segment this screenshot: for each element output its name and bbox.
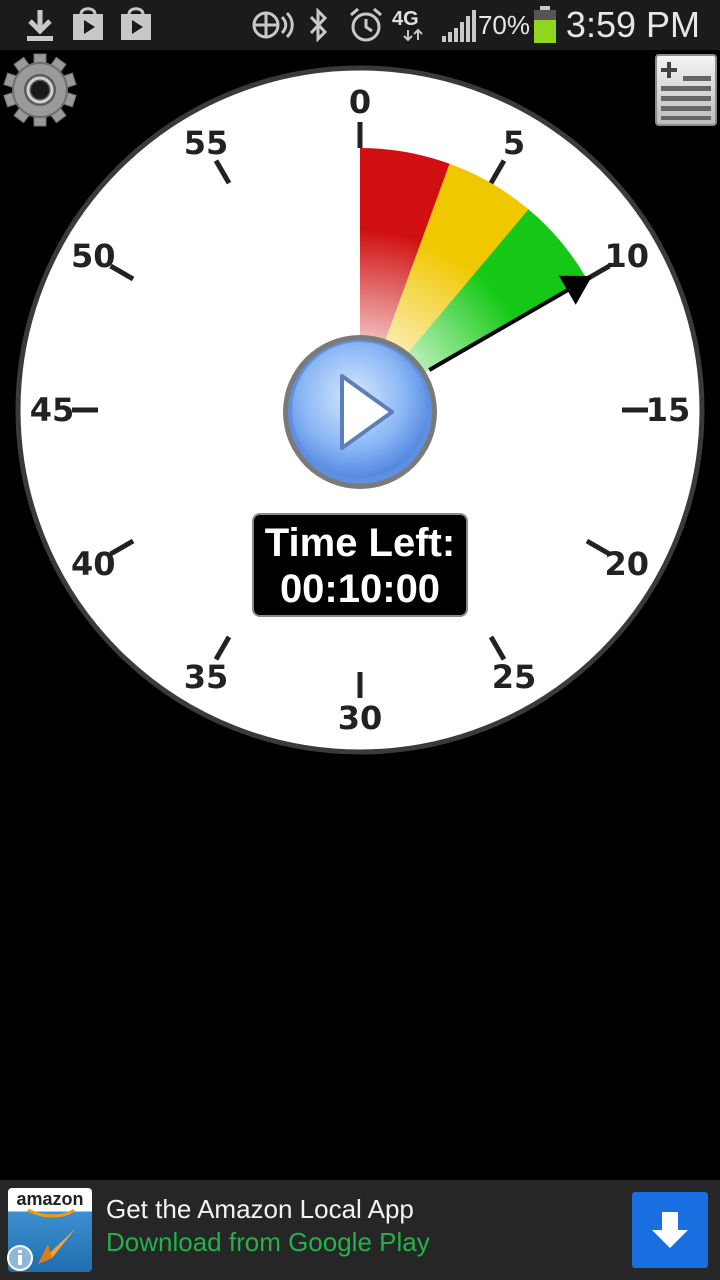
play-store-icon [73,7,103,40]
settings-button[interactable] [0,50,80,130]
download-icon [27,10,53,41]
ad-subtitle[interactable]: Download from Google Play [106,1227,430,1258]
play-store-icon [121,7,151,40]
timer-dial[interactable]: 0 5 10 15 20 25 30 35 40 45 50 55 Time Left: 00:10:… [0,50,720,770]
dial-label-55: 55 [183,124,229,163]
wifi-signal-icon [252,11,294,39]
status-bar: 4G 70% 3:59 PM [0,0,720,50]
dial-label-40: 40 [70,545,116,583]
battery-icon [534,6,556,43]
list-add-icon [661,62,711,120]
cell-signal-icon [442,10,476,42]
gear-icon [3,53,77,127]
network-label: 4G [392,8,419,30]
status-clock: 3:59 PM [565,4,700,45]
dial-label-30: 30 [337,699,383,737]
dial-label-20: 20 [604,545,649,583]
info-icon[interactable] [6,1244,34,1272]
play-icon [283,335,437,489]
play-button[interactable] [280,332,440,492]
bluetooth-icon [309,8,328,42]
dial-label-10: 10 [604,237,649,275]
dial-label-25: 25 [491,657,537,696]
ad-title[interactable]: Get the Amazon Local App [106,1194,414,1225]
dial-label-50: 50 [70,237,116,275]
dial-label-15: 15 [645,391,691,429]
dial-label-5: 5 [502,124,526,163]
4g-lte-icon: 4G [392,8,440,44]
ad-banner[interactable]: amazon Get the Amazon Local App Download… [0,1180,720,1280]
time-left-value: 00:10:00 [279,567,441,611]
dial-label-45: 45 [29,391,75,429]
dial-label-35: 35 [183,657,229,696]
battery-percent: 70% [477,10,530,40]
dial-label-0: 0 [348,83,372,121]
time-left-title: Time Left: [264,521,456,565]
list-add-button[interactable] [655,54,717,126]
alarm-icon [350,7,382,42]
time-left-display: Time Left: 00:10:00 [252,513,468,617]
download-arrow-icon [652,1212,688,1248]
ad-download-button[interactable] [632,1192,708,1268]
